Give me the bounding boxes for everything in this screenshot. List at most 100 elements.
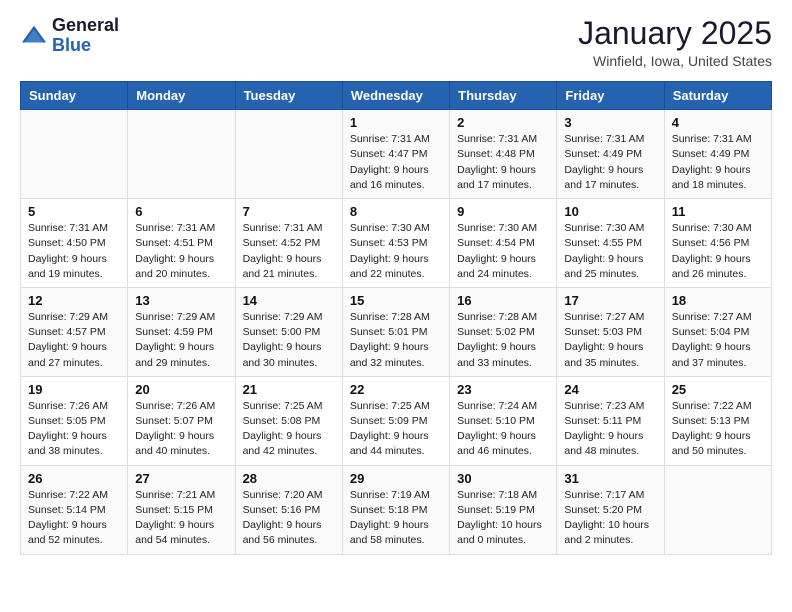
calendar-cell: [235, 110, 342, 199]
day-info: Sunrise: 7:29 AM Sunset: 5:00 PM Dayligh…: [243, 310, 335, 371]
calendar-cell: 23 Sunrise: 7:24 AM Sunset: 5:10 PM Dayli…: [450, 376, 557, 465]
day-number: 20: [135, 382, 227, 397]
week-row-4: 19 Sunrise: 7:26 AM Sunset: 5:05 PM Dayli…: [21, 376, 772, 465]
day-info: Sunrise: 7:31 AM Sunset: 4:49 PM Dayligh…: [672, 132, 764, 193]
calendar-cell: 10 Sunrise: 7:30 AM Sunset: 4:55 PM Dayli…: [557, 199, 664, 288]
calendar-cell: 13 Sunrise: 7:29 AM Sunset: 4:59 PM Dayli…: [128, 287, 235, 376]
calendar-cell: 1 Sunrise: 7:31 AM Sunset: 4:47 PM Daylig…: [342, 110, 449, 199]
day-number: 14: [243, 293, 335, 308]
calendar-cell: 15 Sunrise: 7:28 AM Sunset: 5:01 PM Dayli…: [342, 287, 449, 376]
calendar-cell: 7Sunrise: 7:31 AM Sunset: 4:52 PM Daylig…: [235, 199, 342, 288]
calendar-cell: 6 Sunrise: 7:31 AM Sunset: 4:51 PM Daylig…: [128, 199, 235, 288]
day-info: Sunrise: 7:20 AM Sunset: 5:16 PM Dayligh…: [243, 488, 335, 549]
day-info: Sunrise: 7:28 AM Sunset: 5:02 PM Dayligh…: [457, 310, 549, 371]
calendar-table: SundayMondayTuesdayWednesdayThursdayFrid…: [20, 81, 772, 554]
day-number: 16: [457, 293, 549, 308]
day-info: Sunrise: 7:28 AM Sunset: 5:01 PM Dayligh…: [350, 310, 442, 371]
week-row-2: 5 Sunrise: 7:31 AM Sunset: 4:50 PM Daylig…: [21, 199, 772, 288]
day-info: Sunrise: 7:30 AM Sunset: 4:54 PM Dayligh…: [457, 221, 549, 282]
day-info: Sunrise: 7:31 AM Sunset: 4:49 PM Dayligh…: [564, 132, 656, 193]
calendar-cell: 14 Sunrise: 7:29 AM Sunset: 5:00 PM Dayli…: [235, 287, 342, 376]
day-info: Sunrise: 7:27 AM Sunset: 5:04 PM Dayligh…: [672, 310, 764, 371]
day-number: 29: [350, 471, 442, 486]
day-number: 18: [672, 293, 764, 308]
day-info: Sunrise: 7:17 AM Sunset: 5:20 PM Dayligh…: [564, 488, 656, 549]
day-number: 1: [350, 115, 442, 130]
day-number: 23: [457, 382, 549, 397]
week-row-3: 12 Sunrise: 7:29 AM Sunset: 4:57 PM Dayli…: [21, 287, 772, 376]
calendar-header-tuesday: Tuesday: [235, 82, 342, 110]
title-block: January 2025 Winfield, Iowa, United Stat…: [578, 16, 772, 69]
day-number: 15: [350, 293, 442, 308]
calendar-cell: [128, 110, 235, 199]
day-number: 21: [243, 382, 335, 397]
calendar-cell: 8 Sunrise: 7:30 AM Sunset: 4:53 PM Daylig…: [342, 199, 449, 288]
logo-general-text: General: [52, 15, 119, 35]
day-number: 10: [564, 204, 656, 219]
calendar-cell: 5 Sunrise: 7:31 AM Sunset: 4:50 PM Daylig…: [21, 199, 128, 288]
day-info: Sunrise: 7:27 AM Sunset: 5:03 PM Dayligh…: [564, 310, 656, 371]
day-number: 26: [28, 471, 120, 486]
day-info: Sunrise: 7:23 AM Sunset: 5:11 PM Dayligh…: [564, 399, 656, 460]
calendar-cell: [21, 110, 128, 199]
day-number: 28: [243, 471, 335, 486]
day-info: Sunrise: 7:29 AM Sunset: 4:59 PM Dayligh…: [135, 310, 227, 371]
calendar-cell: 22 Sunrise: 7:25 AM Sunset: 5:09 PM Dayli…: [342, 376, 449, 465]
day-number: 25: [672, 382, 764, 397]
calendar-cell: 30 Sunrise: 7:18 AM Sunset: 5:19 PM Dayli…: [450, 465, 557, 554]
day-number: 6: [135, 204, 227, 219]
calendar-header-sunday: Sunday: [21, 82, 128, 110]
day-info: Sunrise: 7:30 AM Sunset: 4:56 PM Dayligh…: [672, 221, 764, 282]
day-info: Sunrise: 7:31 AM Sunset: 4:50 PM Dayligh…: [28, 221, 120, 282]
day-info: Sunrise: 7:30 AM Sunset: 4:55 PM Dayligh…: [564, 221, 656, 282]
calendar-header-saturday: Saturday: [664, 82, 771, 110]
calendar-header-monday: Monday: [128, 82, 235, 110]
day-number: 24: [564, 382, 656, 397]
calendar-cell: 24 Sunrise: 7:23 AM Sunset: 5:11 PM Dayli…: [557, 376, 664, 465]
day-number: 8: [350, 204, 442, 219]
day-number: 17: [564, 293, 656, 308]
day-info: Sunrise: 7:22 AM Sunset: 5:14 PM Dayligh…: [28, 488, 120, 549]
calendar-cell: 18 Sunrise: 7:27 AM Sunset: 5:04 PM Dayli…: [664, 287, 771, 376]
calendar-cell: 20Sunrise: 7:26 AM Sunset: 5:07 PM Dayli…: [128, 376, 235, 465]
day-info: Sunrise: 7:30 AM Sunset: 4:53 PM Dayligh…: [350, 221, 442, 282]
day-number: 31: [564, 471, 656, 486]
day-info: Sunrise: 7:26 AM Sunset: 5:05 PM Dayligh…: [28, 399, 120, 460]
day-number: 11: [672, 204, 764, 219]
calendar-cell: 3Sunrise: 7:31 AM Sunset: 4:49 PM Daylig…: [557, 110, 664, 199]
day-info: Sunrise: 7:31 AM Sunset: 4:47 PM Dayligh…: [350, 132, 442, 193]
calendar-cell: 11 Sunrise: 7:30 AM Sunset: 4:56 PM Dayli…: [664, 199, 771, 288]
header: General Blue January 2025 Winfield, Iowa…: [20, 16, 772, 69]
calendar-cell: 16 Sunrise: 7:28 AM Sunset: 5:02 PM Dayli…: [450, 287, 557, 376]
day-number: 9: [457, 204, 549, 219]
day-number: 22: [350, 382, 442, 397]
day-number: 19: [28, 382, 120, 397]
day-info: Sunrise: 7:18 AM Sunset: 5:19 PM Dayligh…: [457, 488, 549, 549]
week-row-5: 26 Sunrise: 7:22 AM Sunset: 5:14 PM Dayli…: [21, 465, 772, 554]
day-info: Sunrise: 7:31 AM Sunset: 4:51 PM Dayligh…: [135, 221, 227, 282]
calendar-header-friday: Friday: [557, 82, 664, 110]
calendar-header-wednesday: Wednesday: [342, 82, 449, 110]
day-number: 30: [457, 471, 549, 486]
day-number: 13: [135, 293, 227, 308]
day-info: Sunrise: 7:25 AM Sunset: 5:09 PM Dayligh…: [350, 399, 442, 460]
calendar-cell: 17 Sunrise: 7:27 AM Sunset: 5:03 PM Dayli…: [557, 287, 664, 376]
day-number: 12: [28, 293, 120, 308]
calendar-header-thursday: Thursday: [450, 82, 557, 110]
calendar-cell: 27Sunrise: 7:21 AM Sunset: 5:15 PM Dayli…: [128, 465, 235, 554]
day-number: 2: [457, 115, 549, 130]
calendar-cell: 25Sunrise: 7:22 AM Sunset: 5:13 PM Dayli…: [664, 376, 771, 465]
calendar-cell: 9 Sunrise: 7:30 AM Sunset: 4:54 PM Daylig…: [450, 199, 557, 288]
calendar-cell: 4Sunrise: 7:31 AM Sunset: 4:49 PM Daylig…: [664, 110, 771, 199]
day-info: Sunrise: 7:25 AM Sunset: 5:08 PM Dayligh…: [243, 399, 335, 460]
calendar-header-row: SundayMondayTuesdayWednesdayThursdayFrid…: [21, 82, 772, 110]
location-text: Winfield, Iowa, United States: [578, 53, 772, 69]
calendar-cell: 26 Sunrise: 7:22 AM Sunset: 5:14 PM Dayli…: [21, 465, 128, 554]
day-info: Sunrise: 7:29 AM Sunset: 4:57 PM Dayligh…: [28, 310, 120, 371]
day-info: Sunrise: 7:24 AM Sunset: 5:10 PM Dayligh…: [457, 399, 549, 460]
day-number: 7: [243, 204, 335, 219]
day-number: 5: [28, 204, 120, 219]
day-info: Sunrise: 7:31 AM Sunset: 4:48 PM Dayligh…: [457, 132, 549, 193]
month-title: January 2025: [578, 16, 772, 51]
calendar-cell: 28 Sunrise: 7:20 AM Sunset: 5:16 PM Dayli…: [235, 465, 342, 554]
